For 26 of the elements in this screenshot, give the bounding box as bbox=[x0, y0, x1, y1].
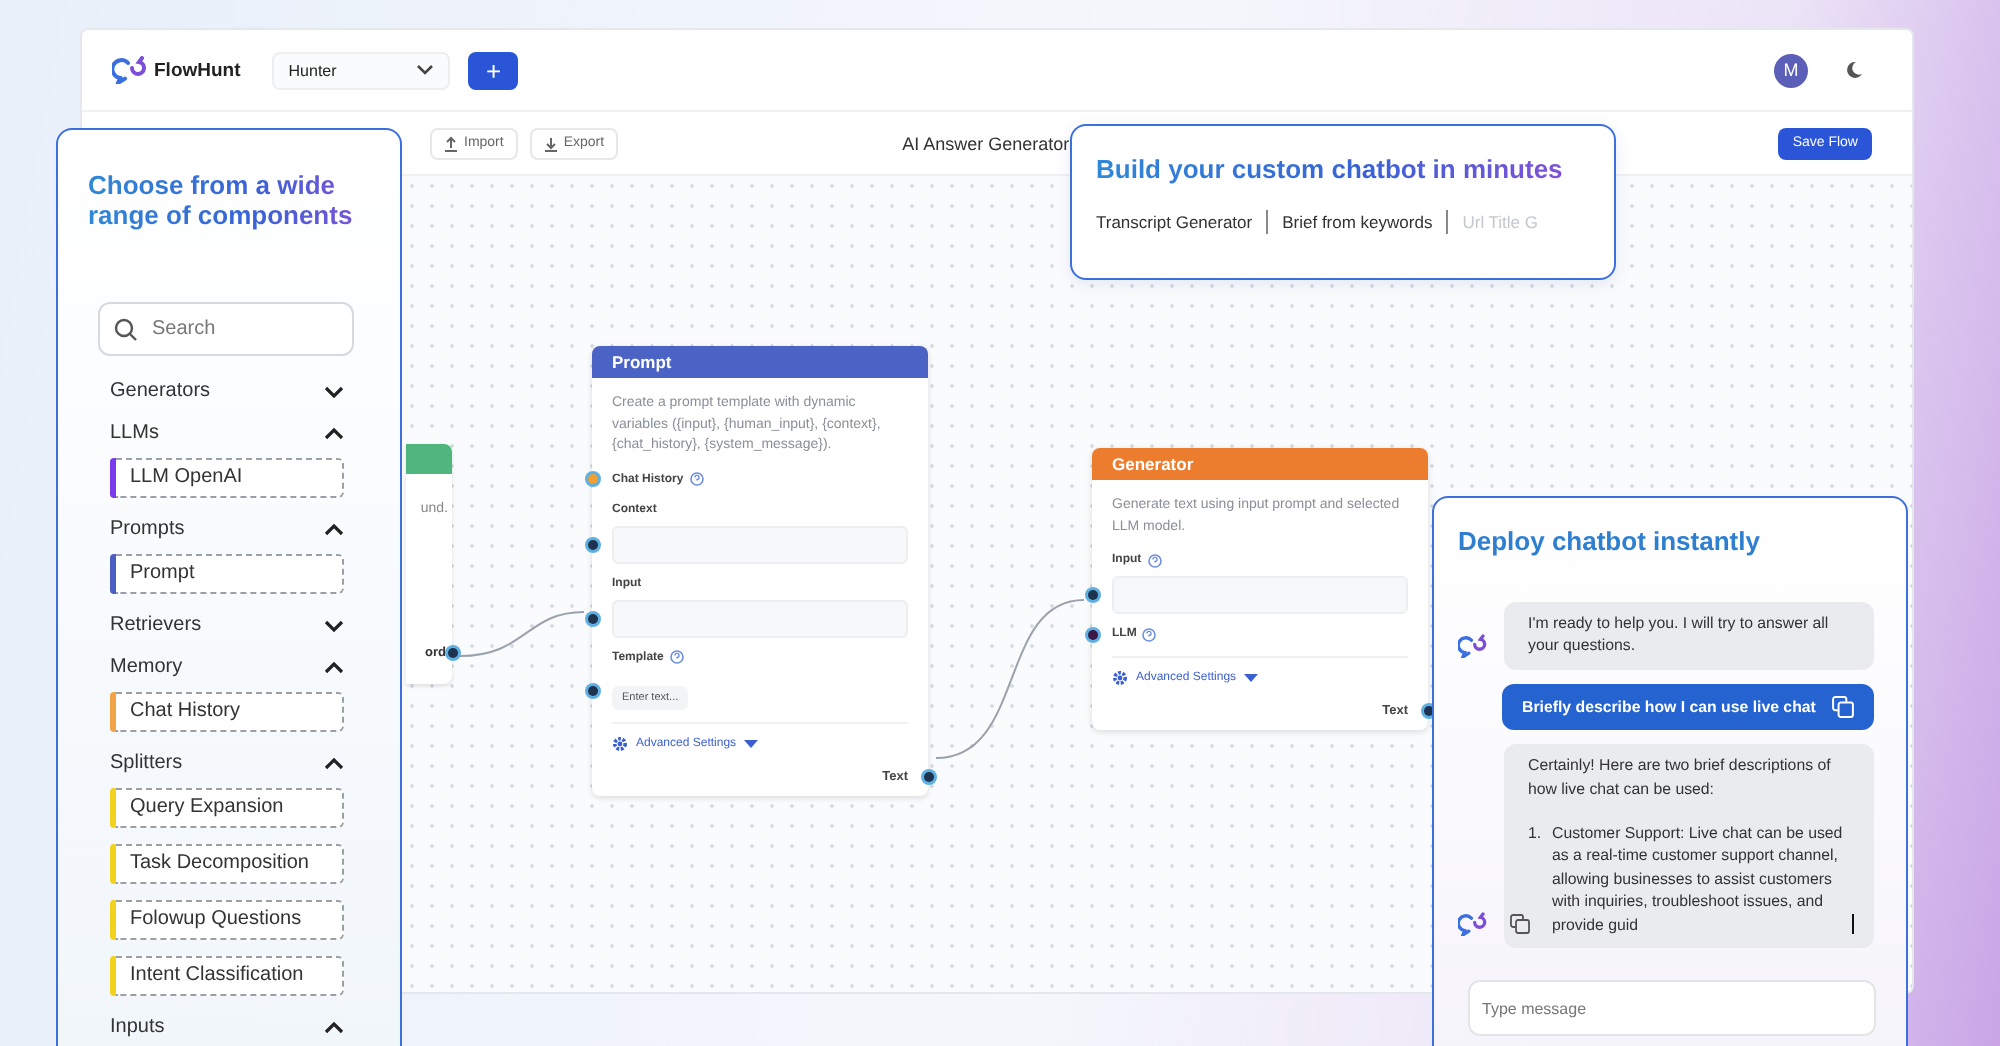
category-header[interactable]: Memory bbox=[110, 646, 344, 688]
search-field[interactable]: Search bbox=[98, 302, 354, 356]
component-item[interactable]: Query Expansion bbox=[116, 788, 344, 828]
category-header[interactable]: Inputs bbox=[110, 1006, 344, 1046]
category-header[interactable]: Prompts bbox=[110, 508, 344, 550]
category-header[interactable]: LLMs bbox=[110, 412, 344, 454]
add-button[interactable]: + bbox=[468, 51, 519, 89]
logo-text: FlowHunt bbox=[154, 59, 241, 81]
card-title: Deploy chatbot instantly bbox=[1458, 526, 1762, 558]
node-header: Generator bbox=[1092, 448, 1428, 480]
example-template[interactable]: Transcript Generator bbox=[1096, 212, 1253, 232]
component-item[interactable]: Chat History bbox=[116, 692, 344, 732]
component-item[interactable]: Prompt bbox=[116, 554, 344, 594]
component-item[interactable]: Intent Classification bbox=[116, 956, 344, 996]
workspace-select[interactable]: Hunter bbox=[272, 51, 451, 89]
component-item[interactable]: Task Decomposition bbox=[116, 844, 344, 884]
category-header[interactable]: Splitters bbox=[110, 742, 344, 784]
component-item[interactable]: Folowup Questions bbox=[116, 900, 344, 940]
category-header[interactable]: Generators bbox=[110, 370, 344, 412]
example-template[interactable]: Brief from keywords bbox=[1282, 212, 1433, 232]
component-item[interactable]: LLM OpenAI bbox=[116, 458, 344, 498]
node-header: Prompt bbox=[592, 346, 928, 378]
flow-title: AI Answer Generator bbox=[902, 133, 1070, 153]
category-header[interactable]: Retrievers bbox=[110, 604, 344, 646]
message-input[interactable]: Type message bbox=[1468, 980, 1876, 1037]
user-avatar[interactable]: M bbox=[1774, 53, 1808, 87]
